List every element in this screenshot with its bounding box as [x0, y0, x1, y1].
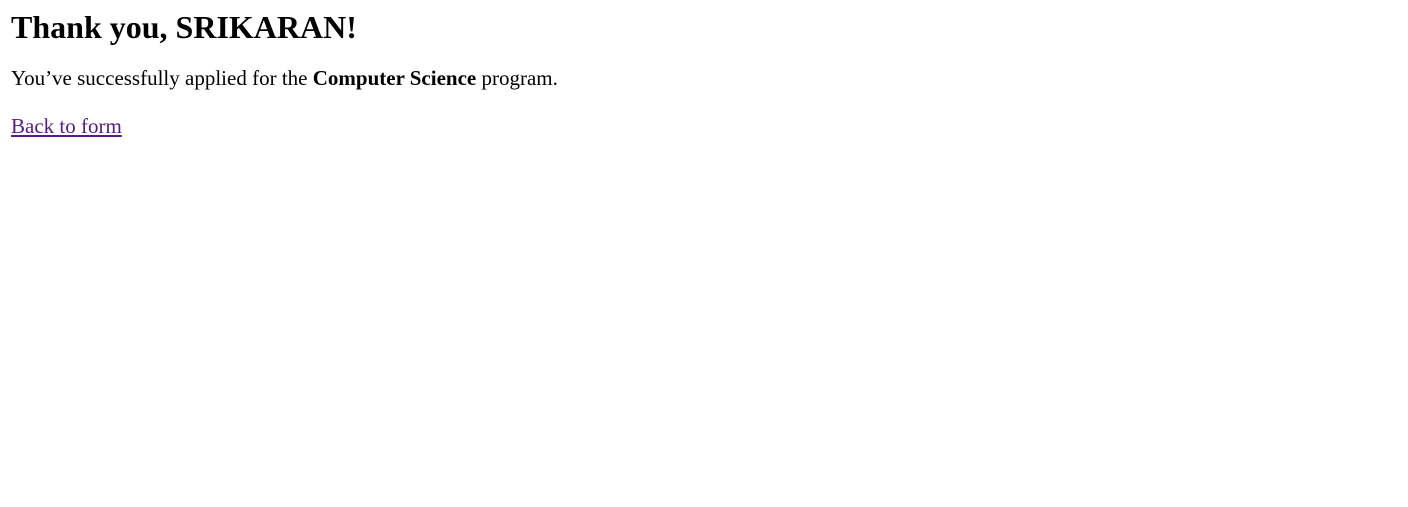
program-name: Computer Science [312, 66, 477, 90]
page-title: Thank you, SRIKARAN! [11, 9, 1397, 46]
message-after: program. [476, 66, 558, 90]
back-to-form-link[interactable]: Back to form [11, 114, 122, 138]
message-before: You’ve successfully applied for the [11, 66, 313, 90]
confirmation-message: You’ve successfully applied for the Comp… [11, 66, 1397, 90]
title-suffix: ! [346, 9, 357, 45]
applicant-name: SRIKARAN [175, 9, 347, 45]
confirmation-page: Thank you, SRIKARAN! You’ve successfully… [0, 9, 1408, 138]
back-link-container: Back to form [11, 114, 1397, 138]
title-prefix: Thank you, [11, 9, 176, 45]
